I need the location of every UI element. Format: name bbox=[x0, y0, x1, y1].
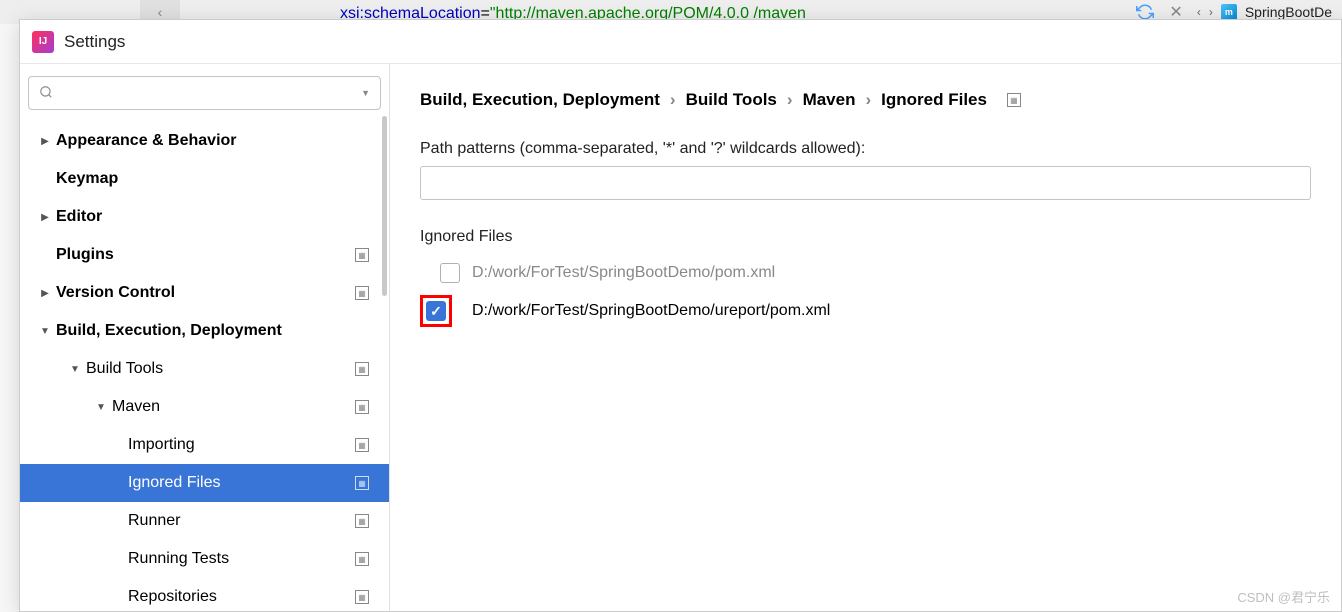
breadcrumb-item[interactable]: Maven bbox=[803, 90, 856, 110]
chevron-right-icon: ▶ bbox=[38, 136, 52, 147]
breadcrumb-item[interactable]: Build Tools bbox=[686, 90, 777, 110]
tree-importing[interactable]: Importing▦ bbox=[20, 426, 389, 464]
module-badge-icon: ▦ bbox=[355, 362, 369, 376]
ignored-file-checkbox[interactable] bbox=[426, 301, 446, 321]
tree-build-tools[interactable]: ▼Build Tools▦ bbox=[20, 350, 389, 388]
settings-dialog: IJ Settings ▼ ▶Appearance & Behavior Key… bbox=[19, 19, 1342, 612]
tree-build-exec-deploy[interactable]: ▼Build, Execution, Deployment bbox=[20, 312, 389, 350]
tree-keymap[interactable]: Keymap bbox=[20, 160, 389, 198]
watermark: CSDN @君宁乐 bbox=[1237, 587, 1330, 606]
path-patterns-input[interactable] bbox=[420, 166, 1311, 200]
tree-runner[interactable]: Runner▦ bbox=[20, 502, 389, 540]
tree-vcs[interactable]: ▶Version Control▦ bbox=[20, 274, 389, 312]
chevron-right-icon: › bbox=[865, 90, 871, 110]
tree-editor[interactable]: ▶Editor bbox=[20, 198, 389, 236]
file-name-label: SpringBootDe bbox=[1245, 4, 1332, 20]
ignored-file-row[interactable]: D:/work/ForTest/SpringBootDemo/pom.xml bbox=[420, 256, 1311, 290]
module-badge-icon: ▦ bbox=[1007, 93, 1021, 107]
chevron-down-icon: ▼ bbox=[68, 364, 82, 375]
settings-sidebar: ▼ ▶Appearance & Behavior Keymap ▶Editor … bbox=[20, 64, 390, 611]
search-icon bbox=[39, 85, 53, 102]
module-badge-icon: ▦ bbox=[355, 590, 369, 604]
module-badge-icon: ▦ bbox=[355, 514, 369, 528]
tree-maven[interactable]: ▼Maven▦ bbox=[20, 388, 389, 426]
highlight-annotation bbox=[420, 295, 452, 327]
dialog-header: IJ Settings bbox=[20, 20, 1341, 64]
chevron-right-icon: › bbox=[670, 90, 676, 110]
breadcrumbs: Build, Execution, Deployment › Build Too… bbox=[420, 90, 1311, 110]
tree-running-tests[interactable]: Running Tests▦ bbox=[20, 540, 389, 578]
settings-tree: ▶Appearance & Behavior Keymap ▶Editor Pl… bbox=[20, 118, 389, 611]
chevron-right-icon: ▶ bbox=[38, 212, 52, 223]
module-badge-icon: ▦ bbox=[355, 552, 369, 566]
settings-content: Build, Execution, Deployment › Build Too… bbox=[390, 64, 1341, 611]
ignored-files-section-label: Ignored Files bbox=[420, 228, 1311, 246]
ignored-file-path: D:/work/ForTest/SpringBootDemo/ureport/p… bbox=[472, 302, 830, 320]
tree-appearance[interactable]: ▶Appearance & Behavior bbox=[20, 122, 389, 160]
search-input[interactable] bbox=[59, 85, 355, 101]
breadcrumb-current: Ignored Files bbox=[881, 90, 987, 110]
module-badge-icon: ▦ bbox=[355, 286, 369, 300]
chevron-down-icon: ▼ bbox=[94, 402, 108, 413]
tree-ignored-files[interactable]: Ignored Files▦ bbox=[20, 464, 389, 502]
chevron-right-icon: ▶ bbox=[38, 288, 52, 299]
maven-file-icon: m bbox=[1221, 4, 1237, 20]
ignored-file-path: D:/work/ForTest/SpringBootDemo/pom.xml bbox=[472, 264, 775, 282]
chevron-right-icon[interactable]: › bbox=[1209, 5, 1213, 19]
dialog-title: Settings bbox=[64, 32, 125, 52]
search-dropdown-icon[interactable]: ▼ bbox=[361, 88, 370, 98]
scrollbar-thumb[interactable] bbox=[382, 116, 387, 296]
tree-repositories[interactable]: Repositories▦ bbox=[20, 578, 389, 611]
path-patterns-label: Path patterns (comma-separated, '*' and … bbox=[420, 140, 1311, 158]
chevron-down-icon: ▼ bbox=[38, 326, 52, 337]
intellij-icon: IJ bbox=[32, 31, 54, 53]
breadcrumb-item[interactable]: Build, Execution, Deployment bbox=[420, 90, 660, 110]
ignored-file-row[interactable]: D:/work/ForTest/SpringBootDemo/ureport/p… bbox=[420, 294, 1311, 328]
ignored-file-checkbox[interactable] bbox=[440, 263, 460, 283]
settings-search[interactable]: ▼ bbox=[28, 76, 381, 110]
tree-plugins[interactable]: Plugins▦ bbox=[20, 236, 389, 274]
module-badge-icon: ▦ bbox=[355, 438, 369, 452]
module-badge-icon: ▦ bbox=[355, 400, 369, 414]
chevron-right-icon: › bbox=[787, 90, 793, 110]
module-badge-icon: ▦ bbox=[355, 248, 369, 262]
module-badge-icon: ▦ bbox=[355, 476, 369, 490]
chevron-left-icon[interactable]: ‹ bbox=[1197, 5, 1201, 19]
